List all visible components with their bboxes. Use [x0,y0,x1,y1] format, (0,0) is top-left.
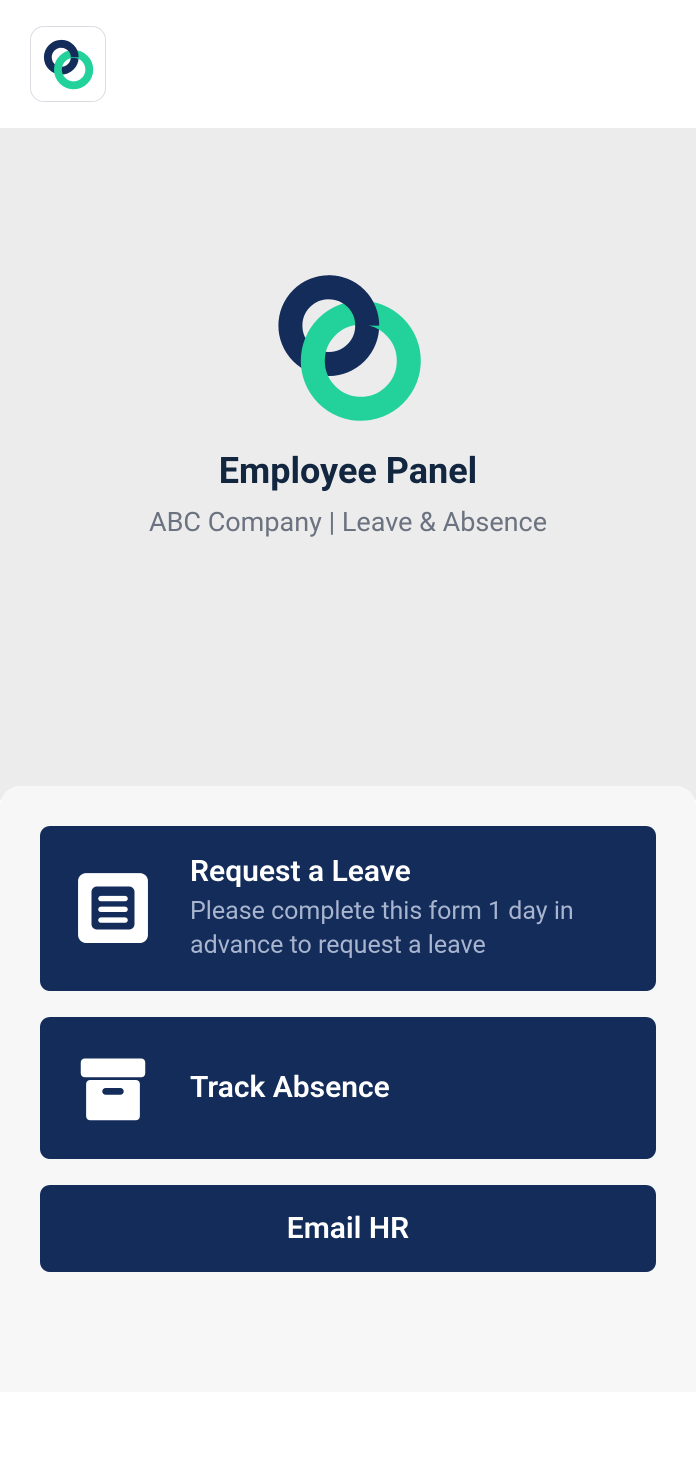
page-subtitle: ABC Company | Leave & Absence [149,506,547,538]
form-icon [70,865,156,951]
email-hr-label: Email HR [287,1211,409,1246]
email-hr-button[interactable]: Email HR [40,1185,656,1272]
request-leave-description: Please complete this form 1 day in advan… [190,895,626,963]
actions-panel: Request a Leave Please complete this for… [0,786,696,1392]
hero-section: Employee Panel ABC Company | Leave & Abs… [0,128,696,800]
interlocking-rings-icon [40,36,96,92]
app-logo-small[interactable] [30,26,106,102]
track-absence-title: Track Absence [190,1070,626,1105]
page-title: Employee Panel [219,450,477,492]
request-leave-title: Request a Leave [190,854,626,889]
request-leave-card[interactable]: Request a Leave Please complete this for… [40,826,656,991]
request-leave-text: Request a Leave Please complete this for… [190,854,626,963]
track-absence-text: Track Absence [190,1070,626,1105]
app-logo-large [268,268,428,428]
archive-icon [70,1045,156,1131]
track-absence-card[interactable]: Track Absence [40,1017,656,1159]
interlocking-rings-icon [268,268,428,428]
topbar [0,0,696,128]
